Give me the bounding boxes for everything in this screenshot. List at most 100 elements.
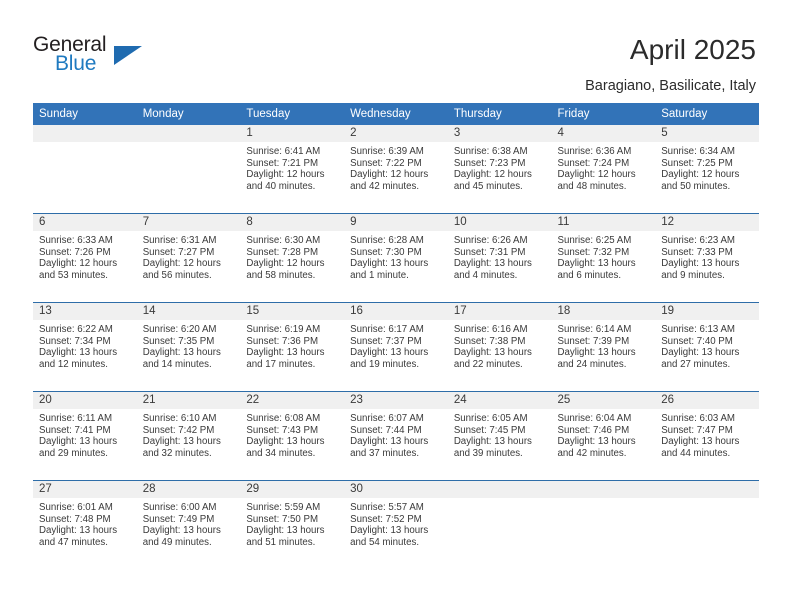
calendar-day-cell[interactable]: 11 Sunrise: 6:25 AM Sunset: 7:32 PM Dayligh… (551, 213, 656, 303)
calendar-day-cell[interactable]: 28 Sunrise: 6:00 AM Sunset: 7:49 PM Dayligh… (136, 480, 241, 569)
calendar-day-cell[interactable]: 23 Sunrise: 6:07 AM Sunset: 7:44 PM Dayligh… (344, 391, 448, 481)
daylight-text-line1: Daylight: 13 hours (557, 436, 636, 448)
daylight-text-line1: Daylight: 13 hours (453, 347, 532, 359)
daylight-text-line2: and 42 minutes. (350, 180, 420, 192)
calendar-day-cell[interactable]: 22 Sunrise: 6:08 AM Sunset: 7:43 PM Dayligh… (240, 391, 345, 481)
calendar-week-row: 27 Sunrise: 6:01 AM Sunset: 7:48 PM Dayligh… (33, 480, 759, 569)
day-number: 12 (655, 214, 759, 231)
day-details: Sunrise: 6:13 AM Sunset: 7:40 PM Daylight:… (655, 320, 759, 370)
daylight-text-line1: Daylight: 13 hours (661, 347, 740, 359)
sunrise-sunset-calendar-table: Sunday Monday Tuesday Wednesday Thursday… (33, 103, 759, 569)
day-details: Sunrise: 6:23 AM Sunset: 7:33 PM Daylight:… (655, 231, 759, 281)
daylight-text-line2: and 47 minutes. (39, 536, 108, 548)
day-number: 11 (551, 214, 656, 231)
calendar-day-cell[interactable]: 24 Sunrise: 6:05 AM Sunset: 7:45 PM Dayligh… (447, 391, 552, 481)
day-number: 9 (344, 214, 448, 231)
calendar-day-cell[interactable]: 13 Sunrise: 6:22 AM Sunset: 7:34 PM Dayligh… (33, 302, 137, 392)
day-number: 26 (655, 392, 759, 409)
day-details: Sunrise: 5:57 AM Sunset: 7:52 PM Daylight:… (344, 498, 448, 548)
day-number (136, 125, 241, 142)
brand-logo[interactable]: General Blue (33, 33, 153, 81)
calendar-day-cell[interactable]: 8 Sunrise: 6:30 AM Sunset: 7:28 PM Daylight… (240, 213, 345, 303)
calendar-day-cell[interactable]: 27 Sunrise: 6:01 AM Sunset: 7:48 PM Dayligh… (33, 480, 137, 569)
daylight-text-line1: Daylight: 13 hours (453, 258, 532, 270)
calendar-day-cell[interactable]: 6 Sunrise: 6:33 AM Sunset: 7:26 PM Daylight… (33, 213, 137, 303)
sunrise-text: Sunrise: 6:19 AM (246, 324, 321, 335)
sunset-text: Sunset: 7:50 PM (246, 513, 319, 525)
day-details: Sunrise: 6:22 AM Sunset: 7:34 PM Daylight:… (33, 320, 137, 370)
calendar-day-cell[interactable]: 16 Sunrise: 6:17 AM Sunset: 7:37 PM Dayligh… (344, 302, 448, 392)
day-details: Sunrise: 6:07 AM Sunset: 7:44 PM Daylight:… (344, 409, 448, 459)
calendar-day-cell[interactable]: 7 Sunrise: 6:31 AM Sunset: 7:27 PM Daylight… (136, 213, 241, 303)
daylight-text-line1: Daylight: 12 hours (246, 258, 325, 270)
day-details: Sunrise: 6:39 AM Sunset: 7:22 PM Daylight:… (344, 142, 448, 192)
calendar-header-row: Sunday Monday Tuesday Wednesday Thursday… (33, 103, 759, 125)
day-number: 4 (551, 125, 656, 142)
calendar-day-cell[interactable]: 30 Sunrise: 5:57 AM Sunset: 7:52 PM Dayligh… (344, 480, 448, 569)
sunset-text: Sunset: 7:28 PM (246, 246, 319, 258)
sunset-text: Sunset: 7:23 PM (453, 157, 526, 169)
day-details: Sunrise: 6:16 AM Sunset: 7:38 PM Daylight:… (448, 320, 552, 370)
calendar-day-cell[interactable]: 10 Sunrise: 6:26 AM Sunset: 7:31 PM Dayligh… (447, 213, 552, 303)
daylight-text-line2: and 14 minutes. (142, 358, 212, 370)
day-number: 2 (344, 125, 448, 142)
calendar-day-cell[interactable]: 15 Sunrise: 6:19 AM Sunset: 7:36 PM Dayligh… (240, 302, 345, 392)
day-number: 17 (447, 303, 552, 320)
page-subtitle-location: Baragiano, Basilicate, Italy (585, 78, 756, 94)
day-number: 22 (240, 392, 345, 409)
day-number: 20 (33, 392, 137, 409)
daylight-text-line1: Daylight: 13 hours (661, 436, 740, 448)
calendar-day-cell[interactable] (33, 125, 137, 214)
day-number: 21 (136, 392, 241, 409)
calendar-day-cell[interactable]: 21 Sunrise: 6:10 AM Sunset: 7:42 PM Dayligh… (136, 391, 241, 481)
day-details (448, 498, 552, 502)
daylight-text-line1: Daylight: 13 hours (350, 258, 429, 270)
day-number: 8 (240, 214, 345, 231)
calendar-day-cell[interactable] (551, 480, 656, 569)
day-number (655, 481, 759, 498)
daylight-text-line1: Daylight: 13 hours (246, 436, 325, 448)
calendar-day-cell[interactable] (447, 480, 552, 569)
calendar-day-cell[interactable]: 2 Sunrise: 6:39 AM Sunset: 7:22 PM Daylight… (344, 125, 448, 214)
calendar-day-cell[interactable]: 20 Sunrise: 6:11 AM Sunset: 7:41 PM Dayligh… (33, 391, 137, 481)
daylight-text-line1: Daylight: 13 hours (246, 525, 325, 537)
calendar-day-cell[interactable]: 4 Sunrise: 6:36 AM Sunset: 7:24 PM Daylight… (551, 125, 656, 214)
day-details: Sunrise: 6:28 AM Sunset: 7:30 PM Daylight:… (344, 231, 448, 281)
calendar-day-cell[interactable]: 19 Sunrise: 6:13 AM Sunset: 7:40 PM Dayligh… (655, 302, 759, 392)
calendar-day-cell[interactable]: 12 Sunrise: 6:23 AM Sunset: 7:33 PM Dayligh… (655, 213, 759, 303)
calendar-day-cell[interactable]: 18 Sunrise: 6:14 AM Sunset: 7:39 PM Dayligh… (551, 302, 656, 392)
calendar-day-cell[interactable] (136, 125, 241, 214)
daylight-text-line1: Daylight: 13 hours (39, 436, 118, 448)
sunset-text: Sunset: 7:43 PM (246, 424, 319, 436)
day-details: Sunrise: 6:19 AM Sunset: 7:36 PM Daylight:… (240, 320, 344, 370)
day-number (551, 481, 656, 498)
calendar-day-cell[interactable]: 17 Sunrise: 6:16 AM Sunset: 7:38 PM Dayligh… (447, 302, 552, 392)
daylight-text-line2: and 45 minutes. (453, 180, 523, 192)
calendar-day-cell[interactable]: 14 Sunrise: 6:20 AM Sunset: 7:35 PM Dayligh… (136, 302, 241, 392)
daylight-text-line1: Daylight: 12 hours (39, 258, 118, 270)
sunset-text: Sunset: 7:46 PM (557, 424, 630, 436)
daylight-text-line1: Daylight: 12 hours (246, 169, 325, 181)
sunset-text: Sunset: 7:35 PM (142, 335, 215, 347)
calendar-day-cell[interactable]: 25 Sunrise: 6:04 AM Sunset: 7:46 PM Dayligh… (551, 391, 656, 481)
calendar-day-cell[interactable]: 29 Sunrise: 5:59 AM Sunset: 7:50 PM Dayligh… (240, 480, 345, 569)
sunrise-text: Sunrise: 6:28 AM (350, 235, 424, 246)
weekday-header-wednesday: Wednesday (344, 103, 448, 125)
calendar-day-cell[interactable]: 5 Sunrise: 6:34 AM Sunset: 7:25 PM Daylight… (655, 125, 759, 214)
calendar-week-row: 6 Sunrise: 6:33 AM Sunset: 7:26 PM Daylight… (33, 213, 759, 303)
daylight-text-line1: Daylight: 12 hours (350, 169, 429, 181)
sunrise-text: Sunrise: 6:16 AM (453, 324, 528, 335)
day-number: 27 (33, 481, 137, 498)
sunset-text: Sunset: 7:49 PM (142, 513, 215, 525)
calendar-day-cell[interactable]: 3 Sunrise: 6:38 AM Sunset: 7:23 PM Daylight… (447, 125, 552, 214)
sunset-text: Sunset: 7:48 PM (39, 513, 111, 525)
calendar-day-cell[interactable]: 9 Sunrise: 6:28 AM Sunset: 7:30 PM Daylight… (344, 213, 448, 303)
day-number (33, 125, 137, 142)
daylight-text-line1: Daylight: 12 hours (142, 258, 221, 270)
daylight-text-line2: and 32 minutes. (142, 447, 212, 459)
calendar-day-cell[interactable]: 1 Sunrise: 6:41 AM Sunset: 7:21 PM Daylight… (240, 125, 345, 214)
calendar-day-cell[interactable]: 26 Sunrise: 6:03 AM Sunset: 7:47 PM Dayligh… (655, 391, 759, 481)
daylight-text-line2: and 44 minutes. (661, 447, 731, 459)
day-details: Sunrise: 6:34 AM Sunset: 7:25 PM Daylight:… (655, 142, 759, 192)
calendar-day-cell[interactable] (655, 480, 759, 569)
